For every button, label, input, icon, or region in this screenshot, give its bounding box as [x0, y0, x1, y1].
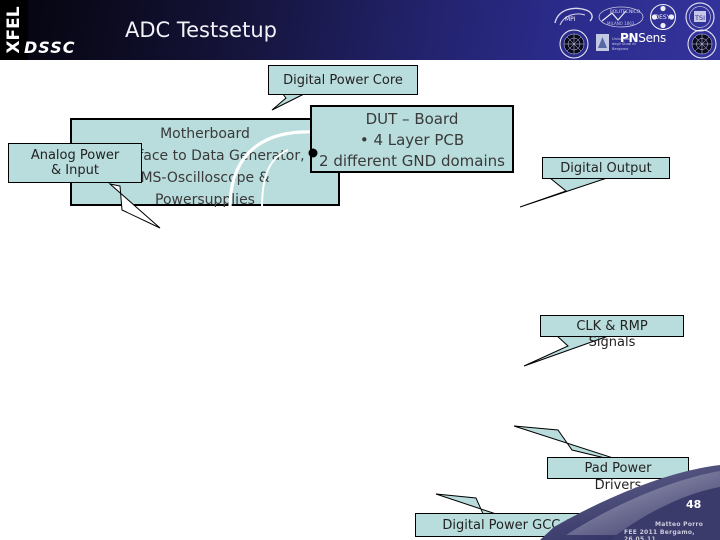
svg-text:TSI: TSI: [694, 14, 705, 22]
dut-bullet-2: 2 different GND domains: [319, 152, 505, 170]
svg-text:DESY: DESY: [655, 14, 671, 21]
callout-clk-rmp-line2: Signals: [588, 335, 636, 350]
page-title: ADC Testsetup: [125, 18, 277, 42]
university-crest-logo: TSI: [684, 2, 716, 32]
digital-output-tail: [519, 176, 611, 208]
xfel-logo-text: XFEL: [4, 6, 24, 54]
slide-header: XFEL DSSC ADC Testsetup MPI POLITECNICO …: [0, 0, 720, 60]
svg-text:Bergamo: Bergamo: [612, 47, 628, 51]
page-number: 48: [686, 498, 702, 511]
callout-analog-power-input[interactable]: Analog Power & Input: [8, 143, 142, 183]
svg-text:MPI: MPI: [565, 16, 576, 23]
dut-board-box[interactable]: DUT – Board • 4 Layer PCB 2 different GN…: [310, 105, 514, 173]
callout-digital-output[interactable]: Digital Output: [542, 157, 670, 179]
dssc-logo-text: DSSC: [24, 38, 76, 57]
heidelberg-seal-logo: [558, 29, 590, 59]
dut-title: DUT – Board: [365, 110, 459, 128]
dut-bullet-1: • 4 Layer PCB: [359, 131, 465, 149]
footer-event: FEE 2011 Bergamo, 26.05.11: [624, 529, 695, 540]
callout-digital-power-core[interactable]: Digital Power Core: [268, 65, 418, 95]
politecnico-milano-logo: POLITECNICO MILANO 1863: [596, 4, 646, 30]
motherboard-title: Motherboard: [160, 126, 250, 142]
pnsense-light-text: Sens: [638, 31, 666, 45]
svg-text:POLITECNICO: POLITECNICO: [610, 9, 641, 15]
pnsense-logo: PNSens: [620, 31, 666, 45]
callout-clk-rmp[interactable]: CLK & RMP: [540, 315, 684, 337]
footer-author: Matteo Porro: [655, 521, 704, 528]
university-seal-logo: [686, 29, 718, 59]
callout-analog-power-line2: & Input: [51, 163, 99, 178]
logo-strip: MPI POLITECNICO MILANO 1863 DESY TSI Uni…: [548, 1, 720, 59]
svg-text:MILANO 1863: MILANO 1863: [607, 21, 635, 26]
callout-analog-power-line1: Analog Power: [30, 148, 120, 163]
pnsense-bold-text: PN: [620, 31, 639, 45]
desy-logo: DESY: [648, 3, 678, 31]
mpg-logo: MPI: [552, 5, 596, 29]
analog-power-tail: [108, 183, 161, 229]
callout-digital-power-core-label: Digital Power Core: [283, 73, 403, 88]
callout-digital-output-label: Digital Output: [560, 161, 652, 176]
slide-canvas: XFEL DSSC ADC Testsetup MPI POLITECNICO …: [0, 0, 720, 540]
